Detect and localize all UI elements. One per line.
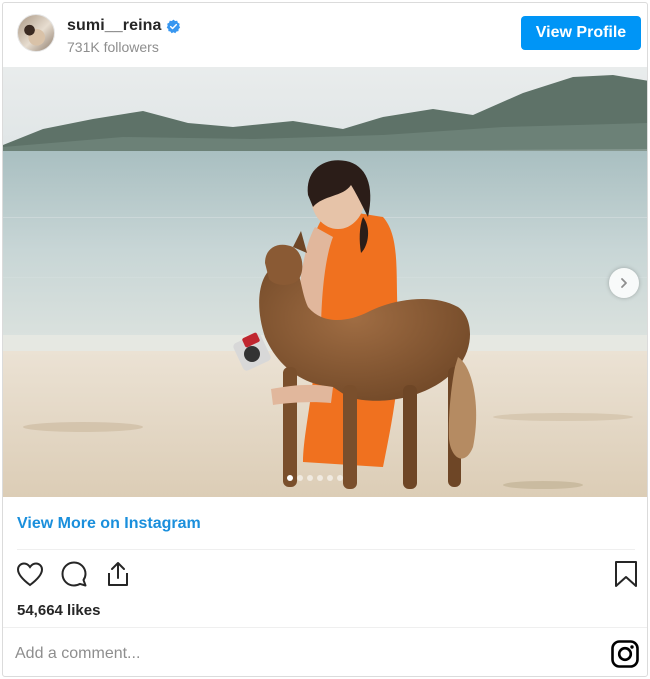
divider	[17, 549, 635, 550]
instagram-logo-icon[interactable]	[610, 639, 640, 669]
post-header: sumi__reina 731K followers View Profile	[3, 3, 647, 67]
carousel-dot	[287, 475, 293, 481]
carousel-dot	[337, 475, 343, 481]
verified-badge-icon	[166, 19, 181, 34]
likes-count: 54,664 likes	[17, 602, 101, 619]
chevron-right-icon	[621, 278, 627, 288]
post-image[interactable]	[3, 67, 647, 497]
username[interactable]: sumi__reina	[67, 17, 161, 35]
view-more-link[interactable]: View More on Instagram	[17, 515, 201, 533]
share-button[interactable]	[103, 559, 133, 589]
view-profile-button[interactable]: View Profile	[521, 16, 641, 50]
like-button[interactable]	[15, 559, 45, 589]
carousel-dot	[307, 475, 313, 481]
carousel-next-button[interactable]	[609, 268, 639, 298]
username-row: sumi__reina	[67, 17, 181, 35]
action-bar	[3, 559, 647, 593]
comment-button[interactable]	[59, 559, 89, 589]
share-icon	[108, 562, 128, 586]
instagram-embed-card: sumi__reina 731K followers View Profile	[2, 2, 648, 677]
followers-count: 731K followers	[67, 39, 159, 55]
divider	[3, 627, 647, 628]
avatar[interactable]	[17, 14, 55, 52]
beach-photo	[3, 67, 647, 497]
bookmark-icon	[615, 561, 637, 587]
carousel-dot	[317, 475, 323, 481]
comment-icon	[61, 561, 87, 587]
carousel-indicators	[287, 475, 343, 481]
carousel-dot	[327, 475, 333, 481]
carousel-dot	[297, 475, 303, 481]
heart-icon	[16, 562, 44, 587]
comment-input[interactable]	[15, 639, 575, 669]
save-button[interactable]	[611, 559, 641, 589]
